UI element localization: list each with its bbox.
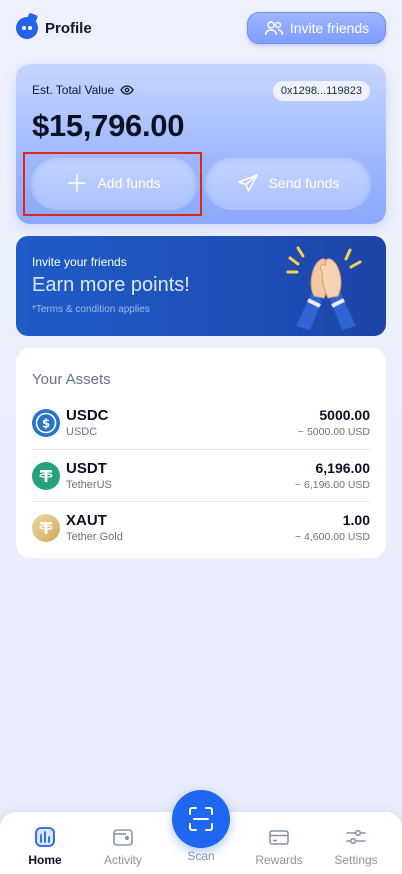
asset-full-name: TetherUS: [66, 478, 112, 491]
asset-row-usdc[interactable]: $ USDC USDC 5000.00 ~ 5000.00 USD: [32, 397, 370, 449]
asset-symbol: XAUT: [66, 511, 107, 529]
scan-icon: [189, 807, 213, 831]
nav-rewards-label: Rewards: [255, 853, 303, 867]
nav-home[interactable]: Home: [10, 826, 80, 867]
invite-friends-label: Invite friends: [289, 20, 370, 36]
assets-card: Your Assets $ USDC USDC 5000.00 ~ 5000.0…: [16, 348, 386, 558]
banner-title: Earn more points!: [32, 274, 190, 296]
plus-icon: [68, 174, 87, 192]
nav-activity[interactable]: Activity: [88, 826, 158, 867]
wallet-icon: [113, 829, 133, 846]
invite-banner[interactable]: Invite your friends Earn more points! *T…: [16, 236, 386, 336]
invite-friends-button[interactable]: Invite friends: [247, 12, 386, 44]
page-title: Profile: [45, 19, 92, 37]
send-funds-button[interactable]: Send funds: [206, 158, 370, 208]
banner-kicker: Invite your friends: [32, 255, 127, 269]
app-header: Profile Invite friends: [0, 0, 402, 56]
nav-settings-label: Settings: [334, 853, 378, 867]
xaut-coin-icon: [32, 513, 60, 542]
asset-symbol: USDC: [66, 407, 109, 424]
send-funds-label: Send funds: [268, 175, 340, 191]
asset-full-name: Tether Gold: [66, 530, 123, 543]
balance-card: Est. Total Value 0x1298...119823 $15,796…: [16, 64, 386, 224]
asset-symbol: USDT: [66, 459, 107, 477]
nav-home-label: Home: [28, 853, 62, 867]
usdc-coin-icon: $: [32, 409, 60, 437]
asset-usd-value: ~ 6,196.00 USD: [294, 478, 370, 491]
assets-title: Your Assets: [32, 371, 111, 388]
high-five-illustration-icon: [286, 246, 362, 330]
svg-text:$: $: [42, 417, 50, 431]
total-value: $15,796.00: [32, 108, 185, 143]
profile-link[interactable]: Profile: [16, 12, 92, 39]
asset-row-usdt[interactable]: USDT TetherUS 6,196.00 ~ 6,196.00 USD: [32, 449, 370, 501]
scan-button[interactable]: [172, 790, 230, 848]
asset-full-name: USDC: [66, 426, 98, 438]
est-total-text: Est. Total Value: [32, 83, 115, 97]
nav-rewards[interactable]: Rewards: [244, 826, 314, 867]
card-icon: [269, 830, 289, 845]
asset-amount: 5000.00: [319, 407, 370, 423]
asset-usd-value: ~ 4,600.00 USD: [294, 530, 370, 543]
asset-row-xaut[interactable]: XAUT Tether Gold 1.00 ~ 4,600.00 USD: [32, 501, 370, 553]
sliders-icon: [346, 829, 366, 845]
wallet-address-pill[interactable]: 0x1298...119823: [272, 81, 370, 101]
nav-scan-label: Scan: [187, 849, 215, 863]
est-total-label: Est. Total Value: [32, 83, 135, 97]
add-funds-button[interactable]: Add funds: [32, 158, 196, 208]
users-icon: [264, 21, 284, 36]
add-funds-label: Add funds: [97, 175, 161, 191]
asset-amount: 1.00: [342, 511, 370, 528]
asset-usd-value: ~ 5000.00 USD: [297, 426, 370, 438]
home-chart-icon: [35, 827, 55, 847]
asset-amount: 6,196.00: [315, 459, 371, 476]
nav-activity-label: Activity: [103, 853, 142, 867]
usdt-coin-icon: [32, 461, 60, 490]
eye-icon[interactable]: [120, 85, 135, 95]
app-logo-icon: [16, 12, 38, 39]
banner-terms-note: *Terms & condition applies: [32, 304, 150, 315]
send-icon: [237, 174, 258, 192]
nav-settings[interactable]: Settings: [321, 826, 391, 867]
